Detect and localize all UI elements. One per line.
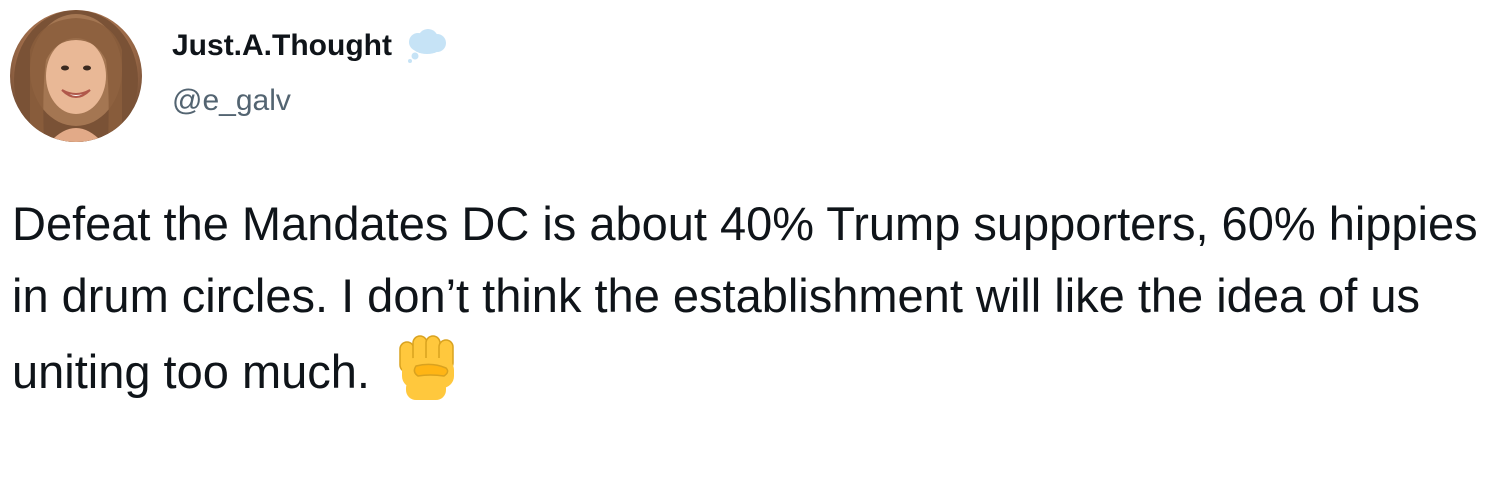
tweet: Just.A.Thought @e_galv Defeat the Mandat… (0, 0, 1496, 488)
name-row: Just.A.Thought (172, 26, 448, 66)
user-info: Just.A.Thought @e_galv (172, 26, 448, 118)
avatar[interactable] (10, 10, 142, 142)
tweet-text: Defeat the Mandates DC is about 40% Trum… (12, 188, 1492, 408)
thought-balloon-icon (404, 28, 448, 64)
avatar-photo (14, 10, 138, 142)
display-name[interactable]: Just.A.Thought (172, 29, 392, 63)
tweet-body: Defeat the Mandates DC is about 40% Trum… (12, 197, 1478, 398)
raised-fist-icon (392, 332, 466, 402)
user-handle[interactable]: @e_galv (172, 84, 448, 118)
